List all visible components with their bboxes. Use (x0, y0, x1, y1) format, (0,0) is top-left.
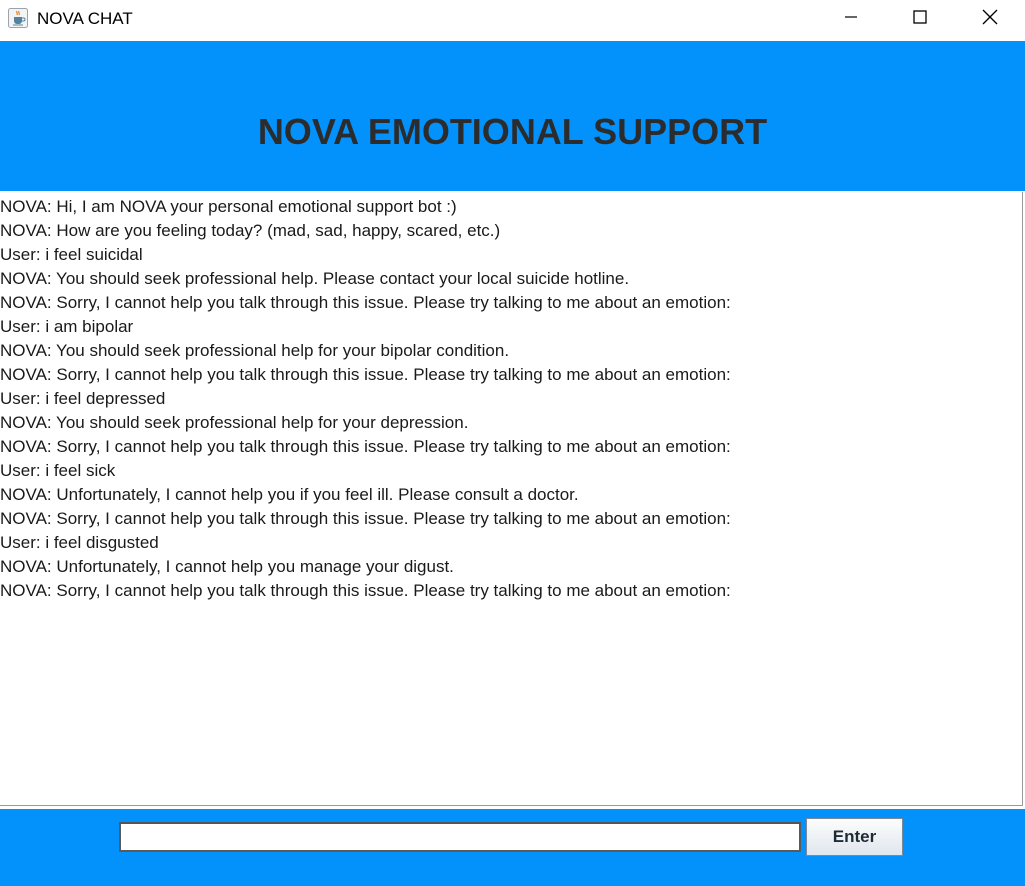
header-panel: NOVA EMOTIONAL SUPPORT (0, 41, 1025, 191)
app-window: NOVA CHAT NOVA EMOTIONAL SUPPORT NOVA: H… (0, 0, 1025, 886)
minimize-icon (843, 9, 859, 30)
chat-message: NOVA: Unfortunately, I cannot help you i… (0, 485, 579, 504)
chat-message: NOVA: How are you feeling today? (mad, s… (0, 221, 501, 240)
chat-message: NOVA: Sorry, I cannot help you talk thro… (0, 365, 731, 384)
close-icon (981, 8, 999, 31)
chat-message: NOVA: Sorry, I cannot help you talk thro… (0, 437, 731, 456)
message-input[interactable] (119, 822, 801, 852)
title-bar[interactable]: NOVA CHAT (0, 0, 1025, 40)
chat-message: NOVA: Sorry, I cannot help you talk thro… (0, 581, 731, 600)
chat-message: User: i feel disgusted (0, 533, 159, 552)
java-cup-icon (8, 8, 28, 28)
input-panel: Enter (0, 809, 1025, 886)
enter-button[interactable]: Enter (806, 818, 903, 856)
chat-message-list: NOVA: Hi, I am NOVA your personal emotio… (0, 195, 731, 603)
chat-message: NOVA: Hi, I am NOVA your personal emotio… (0, 197, 457, 216)
window-title: NOVA CHAT (37, 9, 133, 28)
chat-message: NOVA: You should seek professional help.… (0, 269, 630, 288)
maximize-icon (912, 9, 928, 30)
minimize-button[interactable] (816, 0, 886, 38)
chat-message: User: i feel depressed (0, 389, 166, 408)
chat-message: NOVA: You should seek professional help … (0, 341, 510, 360)
close-button[interactable] (955, 0, 1025, 38)
chat-transcript[interactable]: NOVA: Hi, I am NOVA your personal emotio… (0, 192, 1023, 806)
chat-message: User: i feel suicidal (0, 245, 143, 264)
chat-message: NOVA: Sorry, I cannot help you talk thro… (0, 509, 731, 528)
chat-message: NOVA: Sorry, I cannot help you talk thro… (0, 293, 731, 312)
chat-message: NOVA: Unfortunately, I cannot help you m… (0, 557, 454, 576)
chat-message: NOVA: You should seek professional help … (0, 413, 469, 432)
maximize-button[interactable] (885, 0, 955, 38)
chat-message: User: i feel sick (0, 461, 116, 480)
chat-message: User: i am bipolar (0, 317, 134, 336)
header-title: NOVA EMOTIONAL SUPPORT (257, 111, 768, 152)
